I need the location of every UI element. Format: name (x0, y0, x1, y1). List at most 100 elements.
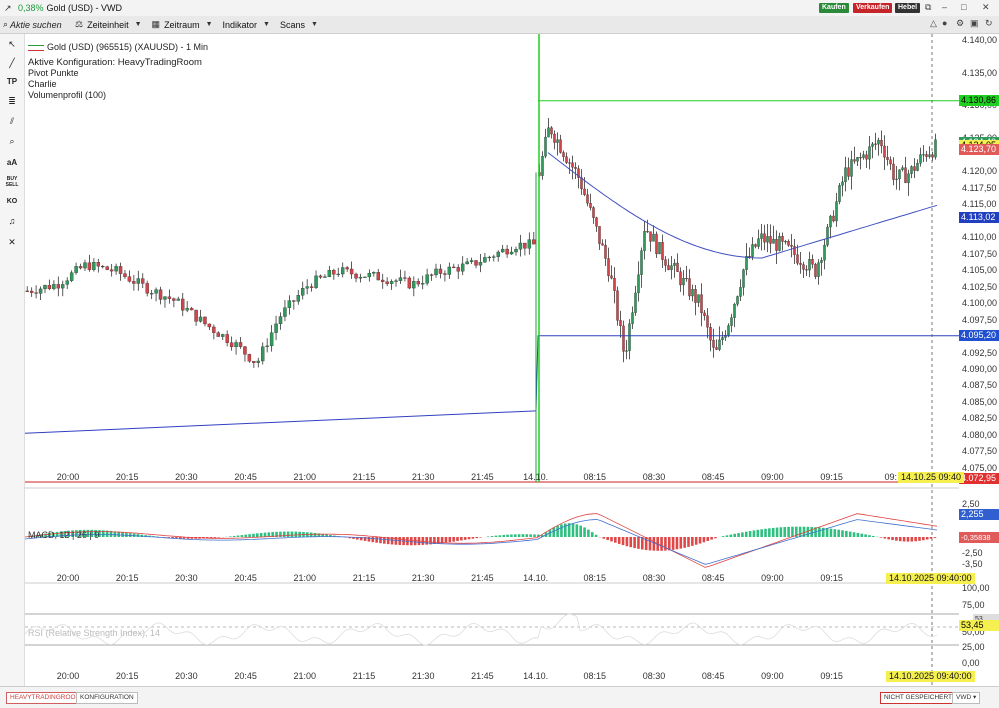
evening-candle (283, 308, 286, 317)
time-axis-label: 09:15 (820, 472, 843, 482)
macd-label[interactable]: MACD, 12 | 26 | 9 (28, 530, 99, 540)
parallel-icon[interactable]: ⫽ (3, 115, 21, 127)
menu-zeitraum[interactable]: ▦ Zeitraum ▼ (152, 19, 213, 30)
pivot-line-evening (25, 411, 536, 433)
indicator-dot-icon: ● (942, 18, 947, 28)
macd-histogram-bar (287, 532, 290, 537)
evening-candle (421, 283, 424, 284)
morning-candle (874, 144, 876, 145)
macd-histogram-bar (703, 537, 706, 542)
search-box[interactable]: ⌕ Aktie suchen (3, 18, 65, 31)
morning-candle (781, 236, 783, 241)
time-axis-label: 09:15 (820, 671, 843, 681)
maximize-icon[interactable]: □ (961, 2, 966, 12)
buy-sell-tool[interactable]: BUY SELL (3, 176, 21, 188)
evening-candle (337, 274, 340, 275)
leverage-button[interactable]: Hebel (895, 3, 920, 13)
price-axis-label: 4.110,00 (962, 232, 996, 242)
fib-icon[interactable]: ≣ (3, 95, 21, 107)
morning-candle (703, 313, 705, 316)
menu-scans[interactable]: Scans ▼ (280, 20, 318, 30)
charlie-label[interactable]: Charlie (28, 79, 208, 90)
morning-candle (745, 256, 747, 270)
chevron-down-icon: ▼ (206, 21, 213, 28)
time-axis-label: 20:45 (234, 671, 257, 681)
macd-signal-line (25, 520, 937, 565)
morning-candle (778, 236, 780, 250)
tp-tool[interactable]: TP (3, 76, 21, 88)
time-axis-label: 20:45 (234, 472, 257, 482)
popout-icon[interactable]: ⧉ (925, 2, 931, 13)
morning-candle (628, 324, 630, 351)
search-input[interactable]: Aktie suchen (10, 20, 62, 30)
pivot-label[interactable]: Pivot Punkte (28, 68, 208, 79)
morning-candle (718, 340, 720, 350)
morning-candle (916, 163, 918, 170)
macd-histogram-bar (760, 529, 763, 537)
macd-histogram-bar (295, 532, 298, 537)
macd-histogram-bar (733, 534, 736, 537)
tab-konfiguration[interactable]: KONFIGURATION (76, 692, 138, 704)
text-tool[interactable]: aA (3, 157, 21, 169)
evening-candle (150, 293, 153, 294)
menu-zeiteinheit[interactable]: ⚖ Zeiteinheit ▼ (75, 19, 142, 30)
morning-candle (838, 185, 840, 201)
line-icon[interactable]: ╱ (3, 57, 21, 69)
morning-candle (571, 163, 573, 167)
close-icon[interactable]: ✕ (3, 236, 21, 248)
menu-indikator[interactable]: Indikator ▼ (223, 20, 270, 30)
save-icon[interactable]: ▣ (970, 18, 979, 29)
macd-histogram-bar (868, 535, 871, 537)
evening-candle (501, 249, 504, 252)
morning-candle (589, 203, 591, 207)
morning-candle (709, 327, 711, 340)
zoom-icon[interactable]: ⌕ (3, 135, 21, 147)
cursor-icon[interactable]: ↖ (3, 38, 21, 50)
instrument-label: Gold (USD) (965515) (XAUUSD) - 1 Min (47, 42, 208, 52)
macd-histogram-bar (780, 527, 783, 537)
sell-button[interactable]: Verkaufen (853, 3, 892, 13)
morning-candle (853, 160, 855, 162)
ko-tool[interactable]: KO (3, 196, 21, 208)
volume-profile-label[interactable]: Volumenprofil (100) (28, 90, 208, 101)
sound-icon[interactable]: ♫ (3, 215, 21, 227)
source-dropdown[interactable]: VWD ▾ (952, 692, 980, 704)
evening-candle (354, 274, 357, 278)
alarm-icon[interactable]: △ (930, 18, 937, 29)
macd-histogram-bar (502, 535, 505, 537)
macd-histogram-bar (510, 534, 513, 537)
macd-histogram-bar (714, 537, 717, 538)
evening-candle (372, 272, 375, 273)
chevron-down-icon: ▼ (311, 21, 318, 28)
rsi-label[interactable]: RSI (Relative Strength Index), 14 (28, 628, 160, 638)
macd-histogram-bar (672, 537, 675, 550)
morning-candle (811, 259, 813, 264)
minimize-icon[interactable]: – (942, 2, 947, 12)
close-window-icon[interactable]: ✕ (982, 2, 990, 13)
time-axis-label: 20:30 (175, 573, 198, 583)
macd-histogram-bar (934, 537, 937, 538)
morning-candle (700, 295, 702, 313)
chevron-down-icon: ▼ (263, 21, 270, 28)
evening-candle (163, 297, 166, 300)
instrument-legend[interactable]: Gold (USD) (965515) (XAUUSD) - 1 Min (28, 42, 208, 53)
macd-histogram-bar (691, 537, 694, 546)
tab-heavytradingroom[interactable]: HEAVYTRADINGROOM (6, 692, 85, 704)
settings-icon[interactable]: ⚙ (956, 18, 964, 29)
scale-icon: ⚖ (75, 19, 83, 30)
morning-candle (925, 154, 927, 156)
time-axis-label: 20:15 (116, 472, 139, 482)
evening-candle (310, 287, 313, 288)
macd-histogram-bar (741, 532, 744, 537)
refresh-icon[interactable]: ↻ (985, 18, 993, 29)
price-chart[interactable] (25, 34, 959, 686)
morning-candle (907, 174, 909, 183)
crosshair-date-tag: 14.10.2025 09:40:00 (886, 671, 975, 682)
macd-histogram-bar (449, 537, 452, 542)
morning-candle (790, 245, 792, 246)
moving-average-line (548, 153, 937, 258)
price-axis-label: 4.077,50 (962, 446, 997, 456)
chevron-down-icon: ▼ (135, 21, 142, 28)
macd-histogram-bar (676, 537, 679, 549)
buy-button[interactable]: Kaufen (819, 3, 849, 13)
